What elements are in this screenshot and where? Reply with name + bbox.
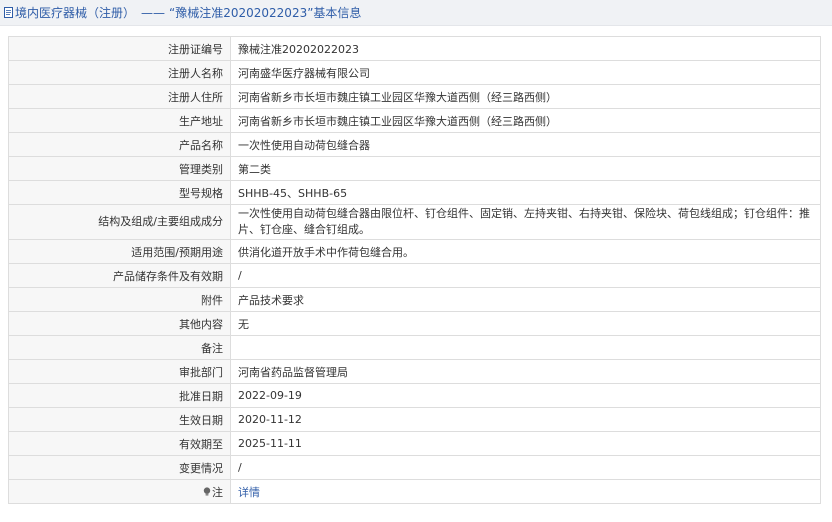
row-label: 备注 xyxy=(8,335,231,360)
table-row: 注册人住所 河南省新乡市长垣市魏庄镇工业园区华豫大道西侧（经三路西侧） xyxy=(8,84,821,109)
table-row: 注册证编号 豫械注准20202022023 xyxy=(8,36,821,61)
table-row: 注 详情 xyxy=(8,479,821,504)
table-row: 产品名称 一次性使用自动荷包缝合器 xyxy=(8,132,821,157)
row-label: 适用范围/预期用途 xyxy=(8,239,231,264)
row-value: 2025-11-11 xyxy=(230,431,821,456)
lightbulb-icon xyxy=(203,486,211,496)
row-label: 生效日期 xyxy=(8,407,231,432)
row-label: 附件 xyxy=(8,287,231,312)
table-row: 审批部门 河南省药品监督管理局 xyxy=(8,359,821,384)
row-label: 批准日期 xyxy=(8,383,231,408)
detail-row-label: 注 xyxy=(8,479,231,504)
row-value: 产品技术要求 xyxy=(230,287,821,312)
row-label: 审批部门 xyxy=(8,359,231,384)
details-link[interactable]: 详情 xyxy=(238,486,260,499)
table-row: 其他内容 无 xyxy=(8,311,821,336)
row-value: 一次性使用自动荷包缝合器由限位杆、钉仓组件、固定销、左持夹钳、右持夹钳、保险块、… xyxy=(230,204,821,240)
row-label: 注册人名称 xyxy=(8,60,231,85)
table-row: 生产地址 河南省新乡市长垣市魏庄镇工业园区华豫大道西侧（经三路西侧） xyxy=(8,108,821,133)
row-value: / xyxy=(230,263,821,288)
row-label: 注册证编号 xyxy=(8,36,231,61)
row-label: 结构及组成/主要组成成分 xyxy=(8,204,231,240)
row-value: 河南省新乡市长垣市魏庄镇工业园区华豫大道西侧（经三路西侧） xyxy=(230,84,821,109)
detail-row-value: 详情 xyxy=(230,479,821,504)
row-value: 豫械注准20202022023 xyxy=(230,36,821,61)
table-row: 备注 xyxy=(8,335,821,360)
row-label: 产品名称 xyxy=(8,132,231,157)
table-row: 管理类别 第二类 xyxy=(8,156,821,181)
row-value: 2020-11-12 xyxy=(230,407,821,432)
breadcrumb-separator: —— xyxy=(141,5,166,20)
table-row: 适用范围/预期用途 供消化道开放手术中作荷包缝合用。 xyxy=(8,239,821,264)
row-label: 注册人住所 xyxy=(8,84,231,109)
registration-info-table: 注册证编号 豫械注准20202022023 注册人名称 河南盛华医疗器械有限公司… xyxy=(8,36,821,504)
breadcrumb-root-link[interactable]: 境内医疗器械（注册） xyxy=(15,4,135,21)
table-row: 变更情况 / xyxy=(8,455,821,480)
row-value: / xyxy=(230,455,821,480)
table-row: 结构及组成/主要组成成分 一次性使用自动荷包缝合器由限位杆、钉仓组件、固定销、左… xyxy=(8,204,821,240)
row-label: 其他内容 xyxy=(8,311,231,336)
row-value: 无 xyxy=(230,311,821,336)
breadcrumb-current: “豫械注准20202022023”基本信息 xyxy=(169,6,362,20)
row-value: SHHB-45、SHHB-65 xyxy=(230,180,821,205)
row-value: 河南省新乡市长垣市魏庄镇工业园区华豫大道西侧（经三路西侧） xyxy=(230,108,821,133)
detail-note-label: 注 xyxy=(212,485,223,499)
document-icon xyxy=(4,7,13,18)
table-row: 附件 产品技术要求 xyxy=(8,287,821,312)
row-value: 一次性使用自动荷包缝合器 xyxy=(230,132,821,157)
breadcrumb-bar: 境内医疗器械（注册） —— “豫械注准20202022023”基本信息 xyxy=(0,0,832,26)
table-row: 有效期至 2025-11-11 xyxy=(8,431,821,456)
row-value: 供消化道开放手术中作荷包缝合用。 xyxy=(230,239,821,264)
row-value xyxy=(230,335,821,360)
row-value: 2022-09-19 xyxy=(230,383,821,408)
row-value: 河南盛华医疗器械有限公司 xyxy=(230,60,821,85)
detail-container: 注册证编号 豫械注准20202022023 注册人名称 河南盛华医疗器械有限公司… xyxy=(0,26,832,504)
row-label: 有效期至 xyxy=(8,431,231,456)
row-label: 产品储存条件及有效期 xyxy=(8,263,231,288)
row-label: 管理类别 xyxy=(8,156,231,181)
table-row: 产品储存条件及有效期 / xyxy=(8,263,821,288)
table-row: 型号规格 SHHB-45、SHHB-65 xyxy=(8,180,821,205)
table-row: 批准日期 2022-09-19 xyxy=(8,383,821,408)
row-label: 变更情况 xyxy=(8,455,231,480)
row-value: 第二类 xyxy=(230,156,821,181)
row-value: 河南省药品监督管理局 xyxy=(230,359,821,384)
row-label: 生产地址 xyxy=(8,108,231,133)
row-label: 型号规格 xyxy=(8,180,231,205)
table-row: 生效日期 2020-11-12 xyxy=(8,407,821,432)
table-row: 注册人名称 河南盛华医疗器械有限公司 xyxy=(8,60,821,85)
